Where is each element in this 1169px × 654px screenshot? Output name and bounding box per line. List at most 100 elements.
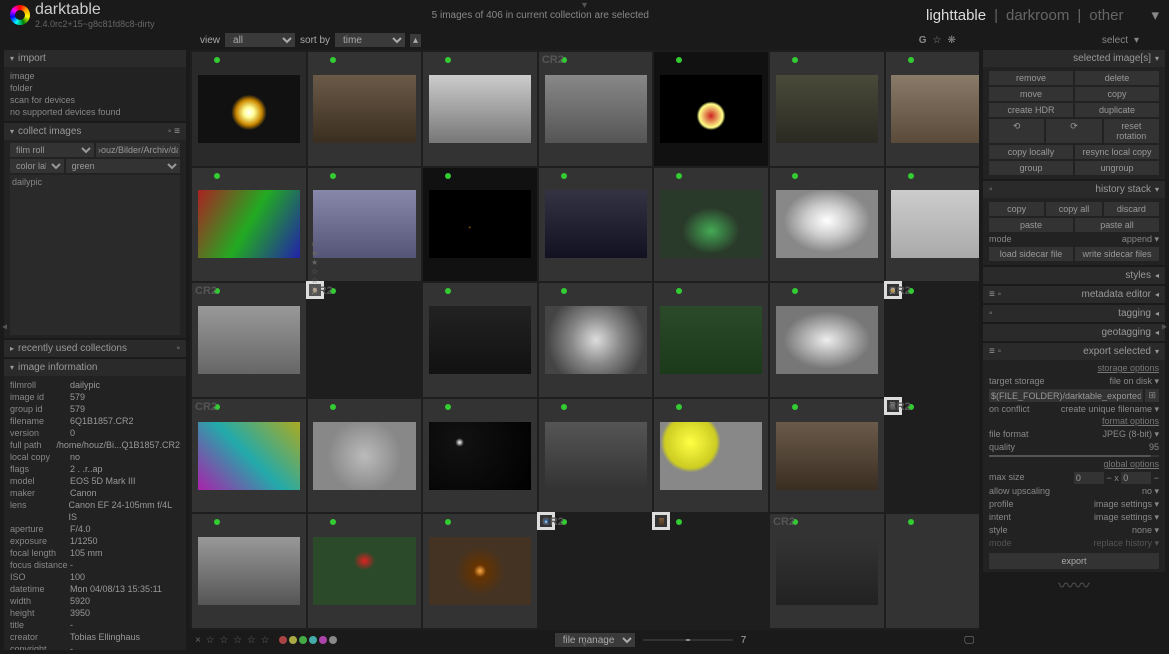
thumbnail[interactable] <box>770 52 884 166</box>
module-metadata-header[interactable]: ≡ ◦metadata editor◂ <box>983 286 1165 303</box>
select-menu-arrow-icon[interactable]: ▾ <box>1134 35 1139 46</box>
display-icon[interactable]: 🖵 <box>964 635 974 646</box>
maxsize-h[interactable] <box>1121 472 1151 484</box>
thumbnail[interactable] <box>308 514 422 628</box>
action-button[interactable]: copy locally <box>989 145 1073 159</box>
left-panel-handle[interactable]: ◂ <box>2 322 7 333</box>
thumbnail[interactable] <box>770 283 884 397</box>
profile-select[interactable]: image settings <box>1094 499 1152 509</box>
export-path-browse[interactable]: ⊞ <box>1145 389 1159 402</box>
thumbnail[interactable] <box>192 514 306 628</box>
action-button[interactable]: reset rotation <box>1104 119 1159 143</box>
thumbnail[interactable] <box>423 399 537 513</box>
thumbnail[interactable] <box>539 399 653 513</box>
thumbnail[interactable] <box>308 168 422 282</box>
module-info-header[interactable]: ▾image information <box>4 359 186 376</box>
action-button[interactable]: ⟳ <box>1046 119 1101 143</box>
zoom-slider[interactable] <box>643 639 733 641</box>
target-storage-select[interactable]: file on disk <box>1109 376 1152 386</box>
gear-icon[interactable]: ❋ <box>947 35 955 46</box>
thumbnail[interactable] <box>654 168 768 282</box>
module-history-header[interactable]: ◦history stack▾ <box>983 181 1165 198</box>
intent-select[interactable]: image settings <box>1094 512 1152 522</box>
rating-stars[interactable]: × ★ ★ ☆ ☆ ☆ <box>311 240 318 294</box>
module-recent-header[interactable]: ▸recently used collections◦ <box>4 340 186 357</box>
thumbnail[interactable] <box>423 283 537 397</box>
action-button[interactable]: remove <box>989 71 1073 85</box>
thumbnail[interactable]: CR2 <box>770 514 884 628</box>
import-item[interactable]: scan for devices <box>10 94 180 106</box>
action-button[interactable]: copy <box>1075 87 1159 101</box>
thumbnail[interactable] <box>886 52 979 166</box>
module-collect-header[interactable]: ▾collect images◦ ≡ <box>4 123 186 140</box>
history-button[interactable]: paste all <box>1075 218 1159 232</box>
thumbnail[interactable]: CR2 <box>886 283 900 297</box>
view-select[interactable]: all <box>225 33 295 47</box>
module-tagging-header[interactable]: ◦tagging◂ <box>983 305 1165 322</box>
mode-darkroom[interactable]: darkroom <box>1006 7 1069 24</box>
module-selected-header[interactable]: selected image[s]▾ <box>983 50 1165 67</box>
bottom-panel-handle[interactable]: ▾ <box>582 639 587 650</box>
conflict-select[interactable]: create unique filename <box>1061 404 1152 414</box>
action-button[interactable]: ungroup <box>1075 161 1159 175</box>
history-button[interactable]: copy <box>989 202 1044 216</box>
sort-select[interactable]: time <box>335 33 405 47</box>
thumbnail[interactable] <box>654 283 768 397</box>
thumbnail[interactable] <box>308 52 422 166</box>
filmroll-path[interactable] <box>96 143 180 157</box>
thumbnail[interactable] <box>886 514 979 628</box>
rating-filter[interactable]: × ☆ ☆ ☆ ☆ ☆ <box>195 635 271 646</box>
thumbnail[interactable] <box>423 52 537 166</box>
thumbnail[interactable]: CR2× ★ ★ ☆ ☆ ☆ <box>308 283 322 297</box>
history-button[interactable]: copy all <box>1046 202 1101 216</box>
thumbnail[interactable] <box>654 399 768 513</box>
module-import-header[interactable]: ▾import <box>4 50 186 67</box>
action-button[interactable]: duplicate <box>1075 103 1159 117</box>
quality-value[interactable]: 95 <box>1149 442 1159 452</box>
select-menu[interactable]: select <box>1102 35 1128 46</box>
thumbnail[interactable] <box>770 168 884 282</box>
export-button[interactable]: export <box>989 553 1159 569</box>
thumbnail[interactable]: CR2 <box>539 52 653 166</box>
group-icon[interactable]: G <box>919 35 927 46</box>
import-item[interactable]: folder <box>10 82 180 94</box>
plus-icon[interactable]: − <box>1154 473 1159 483</box>
thumbnail[interactable] <box>423 514 537 628</box>
thumbnail[interactable] <box>654 514 668 528</box>
thumbnail[interactable] <box>423 168 537 282</box>
style-select[interactable]: none <box>1132 525 1152 535</box>
thumbnail[interactable]: CR2 <box>886 399 900 413</box>
quality-slider[interactable] <box>989 455 1159 457</box>
module-export-header[interactable]: ≡ ◦export selected▾ <box>983 343 1165 360</box>
format-select[interactable]: JPEG (8-bit) <box>1102 429 1152 439</box>
thumbnail[interactable]: CR2 <box>192 399 306 513</box>
color-label-filter[interactable] <box>279 636 337 644</box>
maxsize-w[interactable] <box>1074 472 1104 484</box>
sort-direction-icon[interactable]: ▴ <box>410 34 421 47</box>
thumbnail[interactable] <box>886 168 979 282</box>
action-button[interactable]: delete <box>1075 71 1159 85</box>
history-button[interactable]: discard <box>1104 202 1159 216</box>
thumbnail[interactable] <box>539 168 653 282</box>
mode-menu-icon[interactable]: ▾ <box>1151 6 1159 24</box>
thumbnail[interactable] <box>308 399 422 513</box>
thumbnail[interactable] <box>770 399 884 513</box>
mode-other[interactable]: other <box>1089 7 1123 24</box>
action-button[interactable]: group <box>989 161 1073 175</box>
sidecar-button[interactable]: load sidecar file <box>989 247 1073 261</box>
history-mode-select[interactable]: append <box>1122 234 1152 244</box>
right-panel-handle[interactable]: ▸ <box>1162 322 1167 333</box>
thumbnail[interactable]: CR2 <box>192 283 306 397</box>
top-panel-handle[interactable]: ▾ <box>582 0 587 11</box>
history-button[interactable]: paste <box>989 218 1073 232</box>
action-button[interactable]: create HDR <box>989 103 1073 117</box>
sidecar-button[interactable]: write sidecar files <box>1075 247 1159 261</box>
mode-lighttable[interactable]: lighttable <box>926 7 986 24</box>
action-button[interactable]: resync local copy <box>1075 145 1159 159</box>
collect-list[interactable]: dailypic <box>10 175 180 335</box>
thumbnail[interactable]: CR2 <box>539 514 553 528</box>
upscale-select[interactable]: no <box>1142 486 1152 496</box>
action-button[interactable]: ⟲ <box>989 119 1044 143</box>
export-path-input[interactable] <box>989 389 1143 402</box>
layout-select[interactable]: file manager <box>555 633 635 647</box>
